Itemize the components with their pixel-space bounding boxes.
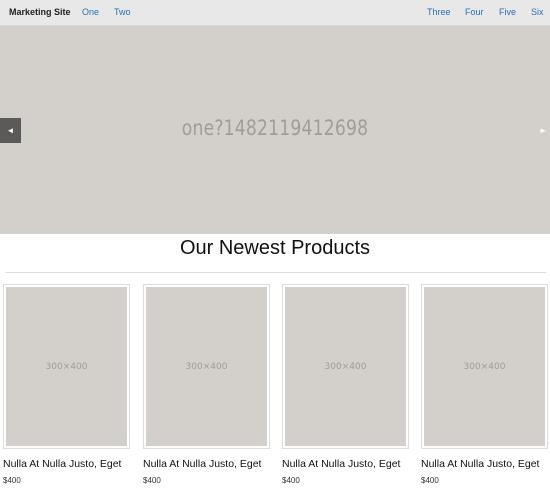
product-price: $400 [143,476,161,485]
nav-link-three[interactable]: Three [427,6,451,18]
nav-link-one[interactable]: One [82,6,99,18]
product-card[interactable]: 300×400 Nulla At Nulla Justo, Eget $400 [282,284,409,490]
product-price: $400 [282,476,300,485]
product-image-placeholder: 300×400 [146,287,267,446]
product-card[interactable]: 300×400 Nulla At Nulla Justo, Eget $400 [143,284,270,490]
product-card[interactable]: 300×400 Nulla At Nulla Justo, Eget $400 [3,284,130,490]
previous-slide-button[interactable]: ◄ [0,118,21,143]
section-title: Our Newest Products [179,237,371,259]
section-divider [5,272,546,273]
nav-link-two[interactable]: Two [114,6,131,18]
product-image-placeholder: 300×400 [424,287,545,446]
product-image[interactable]: 300×400 [421,284,548,449]
next-slide-button[interactable]: ► [538,124,548,136]
product-title[interactable]: Nulla At Nulla Justo, Eget [143,458,283,470]
nav-link-four[interactable]: Four [465,6,484,18]
hero-slider: one?1482119412698 ◄ ► [0,26,550,234]
slide-placeholder-text: one?1482119412698 [181,116,369,140]
nav-link-six[interactable]: Six [531,6,544,18]
nav-link-five[interactable]: Five [499,6,516,18]
brand-link[interactable]: Marketing Site [9,6,71,18]
chevron-left-icon: ◄ [6,126,15,135]
product-price: $400 [3,476,21,485]
product-image-placeholder: 300×400 [285,287,406,446]
product-image[interactable]: 300×400 [282,284,409,449]
chevron-right-icon: ► [539,125,547,135]
product-title[interactable]: Nulla At Nulla Justo, Eget [3,458,143,470]
product-image[interactable]: 300×400 [143,284,270,449]
product-card[interactable]: 300×400 Nulla At Nulla Justo, Eget $400 [421,284,548,490]
product-price: $400 [421,476,439,485]
product-image-placeholder: 300×400 [6,287,127,446]
product-title[interactable]: Nulla At Nulla Justo, Eget [421,458,550,470]
top-bar: Marketing Site One Two Three Four Five S… [0,0,550,26]
product-image[interactable]: 300×400 [3,284,130,449]
product-title[interactable]: Nulla At Nulla Justo, Eget [282,458,422,470]
